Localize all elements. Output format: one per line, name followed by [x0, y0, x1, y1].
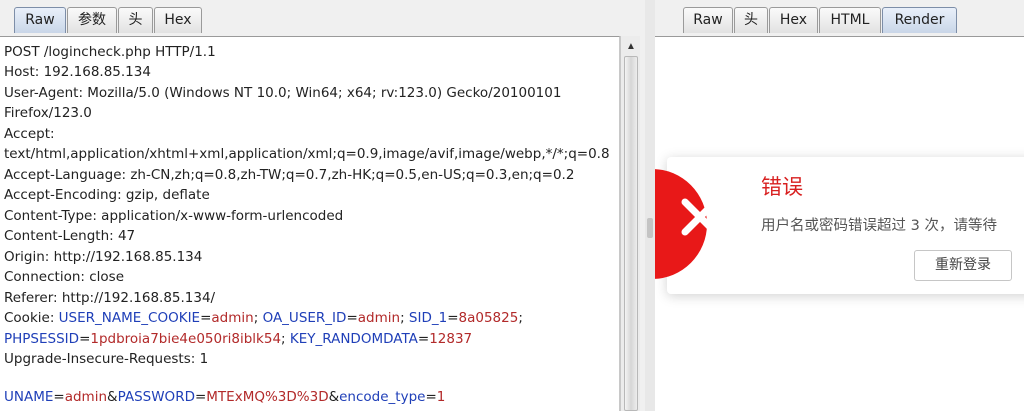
body-param-key: encode_type — [339, 389, 426, 405]
cookie-value: 1pdbroia7bie4e050ri8iblk54 — [90, 331, 282, 347]
cookie-value: 8a05825 — [458, 310, 519, 326]
request-panel: POST /logincheck.php HTTP/1.1 Host: 192.… — [0, 36, 640, 411]
header-accept-encoding: Accept-Encoding: gzip, deflate — [4, 187, 210, 203]
request-tab-params[interactable]: 参数 — [67, 7, 117, 33]
request-body: UNAME=admin&PASSWORD=MTExMQ%3D%3D&encode… — [4, 389, 446, 405]
body-param-value: admin — [64, 389, 108, 405]
error-message: 用户名或密码错误超过 3 次，请等待 — [761, 218, 997, 234]
response-tab-render[interactable]: Render — [882, 7, 957, 33]
body-param-value: 1 — [436, 389, 446, 405]
header-content-length: Content-Length: 47 — [4, 228, 136, 244]
header-accept: Accept: — [4, 126, 55, 142]
request-line: POST /logincheck.php HTTP/1.1 — [4, 44, 216, 60]
header-upgrade-insecure: Upgrade-Insecure-Requests: 1 — [4, 351, 209, 367]
header-accept-language: Accept-Language: zh-CN,zh;q=0.8,zh-TW;q=… — [4, 167, 575, 183]
response-tab-hex[interactable]: Hex — [769, 7, 818, 33]
request-tab-headers[interactable]: 头 — [118, 7, 153, 33]
scroll-up-arrow-icon[interactable]: ▲ — [624, 40, 638, 54]
cookie-key: OA_USER_ID — [262, 310, 347, 326]
response-render-panel: 错误 用户名或密码错误超过 3 次，请等待 重新登录 — [655, 36, 1024, 411]
body-param-key: PASSWORD — [117, 389, 195, 405]
cookie-key: USER_NAME_COOKIE — [58, 310, 201, 326]
scroll-thumb[interactable] — [624, 56, 638, 411]
editor-scrollbar[interactable]: ▲ — [620, 36, 640, 411]
response-tab-html[interactable]: HTML — [819, 7, 881, 33]
request-tabbar: Raw 参数 头 Hex — [0, 0, 645, 36]
header-content-type: Content-Type: application/x-www-form-url… — [4, 208, 344, 224]
cookie-label: Cookie: — [4, 310, 59, 326]
response-tabbar: Raw 头 Hex HTML Render — [655, 0, 1024, 36]
request-tab-raw[interactable]: Raw — [14, 7, 66, 33]
relogin-button[interactable]: 重新登录 — [914, 250, 1012, 281]
panel-splitter[interactable] — [645, 0, 655, 411]
body-param-key: UNAME — [4, 389, 54, 405]
header-origin: Origin: http://192.168.85.134 — [4, 249, 203, 265]
header-host: Host: 192.168.85.134 — [4, 64, 151, 80]
header-referer: Referer: http://192.168.85.134/ — [4, 290, 216, 306]
response-tab-raw[interactable]: Raw — [683, 7, 733, 33]
header-user-agent: User-Agent: Mozilla/5.0 (Windows NT 10.0… — [4, 85, 562, 101]
error-title: 错误 — [761, 175, 803, 199]
error-dialog: 错误 用户名或密码错误超过 3 次，请等待 重新登录 — [655, 157, 1024, 294]
request-tab-hex[interactable]: Hex — [154, 7, 202, 33]
header-cookie: Cookie: USER_NAME_COOKIE=admin; OA_USER_… — [4, 310, 523, 326]
cookie-value: admin — [357, 310, 401, 326]
cookie-value: 12837 — [429, 331, 473, 347]
raw-request-editor[interactable]: POST /logincheck.php HTTP/1.1 Host: 192.… — [0, 36, 620, 411]
response-tab-headers[interactable]: 头 — [734, 7, 768, 33]
error-x-icon — [681, 198, 719, 236]
header-user-agent-cont: Firefox/123.0 — [4, 105, 92, 121]
splitter-grip-icon[interactable] — [647, 218, 653, 238]
header-cookie-cont: PHPSESSID=1pdbroia7bie4e050ri8iblk54; KE… — [4, 331, 473, 347]
cookie-key: PHPSESSID — [4, 331, 80, 347]
body-param-value: MTExMQ%3D%3D — [206, 389, 329, 405]
header-connection: Connection: close — [4, 269, 124, 285]
cookie-key: SID_1 — [408, 310, 448, 326]
cookie-value: admin — [211, 310, 254, 326]
header-accept-value: text/html,application/xhtml+xml,applicat… — [4, 146, 610, 162]
cookie-key: KEY_RANDOMDATA — [289, 331, 418, 347]
